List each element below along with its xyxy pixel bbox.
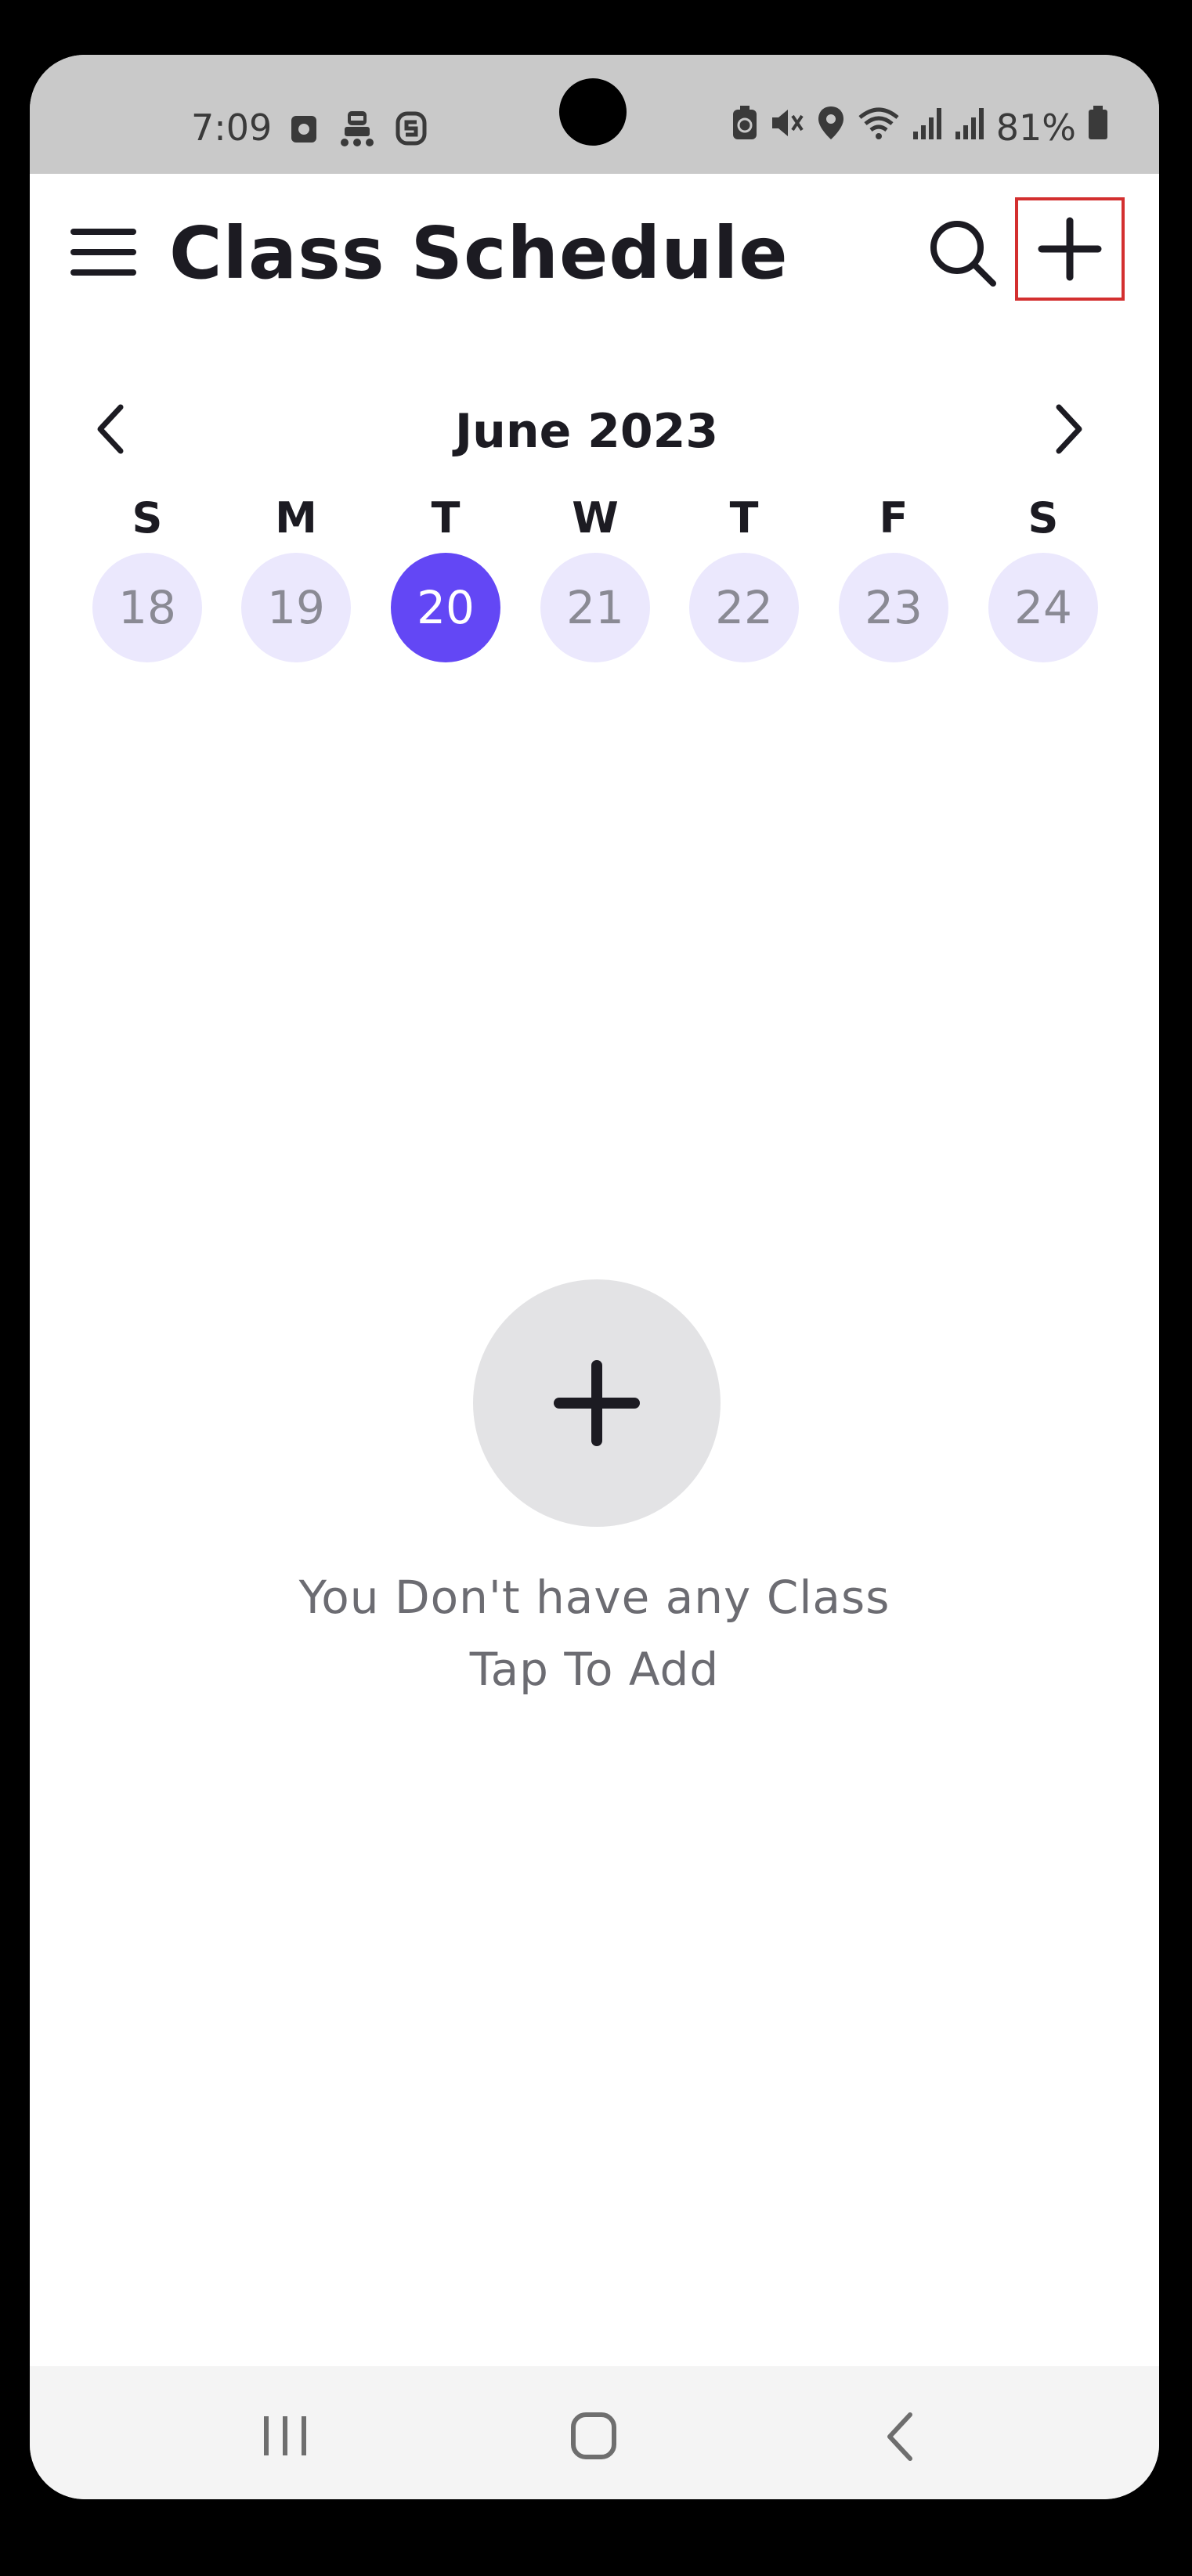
signal-icon bbox=[912, 105, 943, 150]
weekday-label: W bbox=[572, 493, 619, 543]
robot-icon bbox=[334, 111, 381, 146]
weekday-label: S bbox=[1028, 493, 1059, 543]
plus-icon bbox=[1038, 217, 1102, 281]
recent-apps-icon[interactable] bbox=[246, 2405, 324, 2468]
weekday-header: S M T W T F S bbox=[30, 493, 1159, 556]
status-bar: 7:09 81% bbox=[30, 55, 1159, 174]
status-right-icons: 81% bbox=[731, 105, 1109, 150]
status-time: 7:09 bbox=[191, 106, 273, 149]
app-bar: Class Schedule bbox=[30, 174, 1159, 330]
add-class-button[interactable] bbox=[1015, 197, 1125, 301]
date-cell[interactable]: 22 bbox=[689, 553, 799, 662]
home-icon[interactable] bbox=[554, 2405, 633, 2468]
wifi-icon bbox=[857, 105, 901, 150]
system-navigation-bar bbox=[30, 2366, 1159, 2499]
battery-icon bbox=[1087, 105, 1109, 150]
search-icon[interactable] bbox=[927, 218, 998, 288]
page-title: Class Schedule bbox=[169, 211, 789, 295]
month-label: June 2023 bbox=[454, 404, 719, 459]
plus-icon bbox=[554, 1360, 640, 1446]
mute-icon bbox=[769, 105, 805, 150]
date-cell[interactable]: 24 bbox=[988, 553, 1098, 662]
date-cell[interactable]: 18 bbox=[92, 553, 202, 662]
weekday-label: F bbox=[879, 493, 908, 543]
hamburger-menu-icon[interactable] bbox=[70, 229, 136, 279]
weekday-label: T bbox=[431, 493, 461, 543]
empty-state-hint: Tap To Add bbox=[469, 1643, 720, 1696]
weekday-label: T bbox=[729, 493, 759, 543]
month-navigation: June 2023 bbox=[30, 384, 1159, 478]
chevron-right-icon bbox=[1056, 404, 1082, 454]
back-icon[interactable] bbox=[861, 2405, 940, 2468]
battery-saver-icon bbox=[731, 105, 758, 150]
phone-screen: 7:09 81% Class Schedule June 2023 S M T … bbox=[30, 55, 1159, 2499]
empty-add-class-button[interactable] bbox=[473, 1279, 721, 1527]
date-cell[interactable]: 19 bbox=[241, 553, 351, 662]
date-cell-selected[interactable]: 20 bbox=[391, 553, 500, 662]
empty-state-message: You Don't have any Class bbox=[298, 1571, 890, 1624]
screenshot-icon bbox=[288, 111, 320, 146]
next-month-button[interactable] bbox=[1040, 399, 1095, 459]
s-icon bbox=[392, 111, 431, 146]
date-cell[interactable]: 21 bbox=[540, 553, 650, 662]
date-cell[interactable]: 23 bbox=[839, 553, 948, 662]
location-icon bbox=[816, 105, 846, 150]
weekday-label: M bbox=[275, 493, 317, 543]
battery-percent: 81% bbox=[995, 106, 1076, 149]
week-dates: 18 19 20 21 22 23 24 bbox=[30, 553, 1159, 670]
weekday-label: S bbox=[132, 493, 163, 543]
camera-cutout bbox=[559, 78, 627, 146]
signal-icon bbox=[954, 105, 985, 150]
